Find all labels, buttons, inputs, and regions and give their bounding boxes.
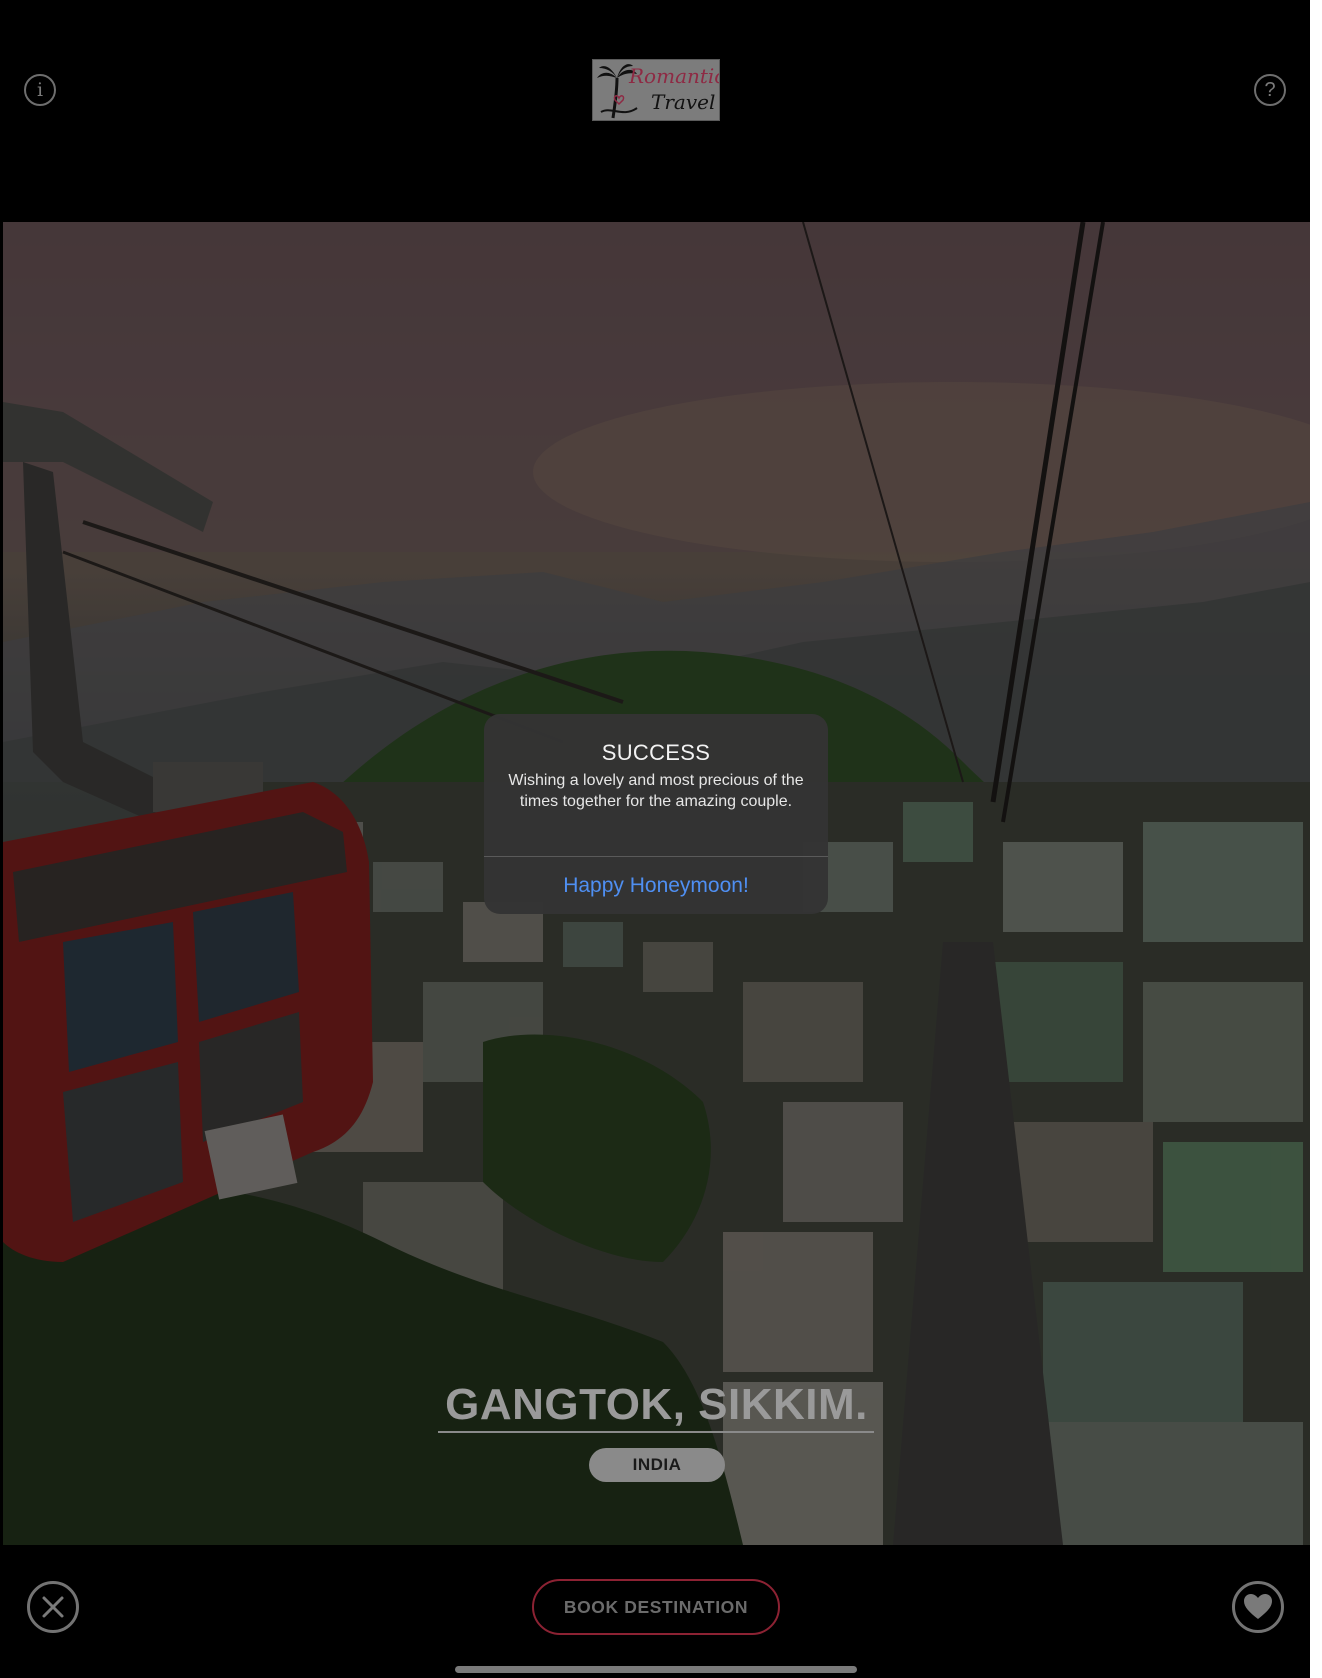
- alert-message: Wishing a lovely and most precious of th…: [508, 772, 804, 810]
- logo-text-travel: Travel: [651, 90, 716, 114]
- app-logo: Romantics Travel: [592, 59, 720, 121]
- app-screen: i Romantics Travel ?: [0, 0, 1310, 1678]
- favorite-heart-icon[interactable]: [1232, 1581, 1284, 1633]
- logo-text-romantics: Romantics: [629, 64, 719, 88]
- title-underline: [438, 1431, 874, 1433]
- book-destination-button[interactable]: BOOK DESTINATION: [532, 1579, 780, 1635]
- destination-title: GANGTOK, SIKKIM.: [445, 1380, 868, 1429]
- alert-title: SUCCESS: [601, 740, 711, 765]
- success-alert-dialog: SUCCESS Wishing a lovely and most precio…: [484, 714, 828, 914]
- happy-honeymoon-button[interactable]: Happy Honeymoon!: [484, 857, 828, 914]
- close-icon[interactable]: [27, 1581, 79, 1633]
- country-badge: INDIA: [589, 1448, 725, 1482]
- home-indicator[interactable]: [455, 1666, 857, 1673]
- device-bezel: [1310, 0, 1322, 1678]
- help-icon[interactable]: ?: [1254, 74, 1286, 106]
- x-mark-icon: [42, 1596, 64, 1618]
- info-icon[interactable]: i: [24, 74, 56, 106]
- heart-icon: [1244, 1594, 1272, 1619]
